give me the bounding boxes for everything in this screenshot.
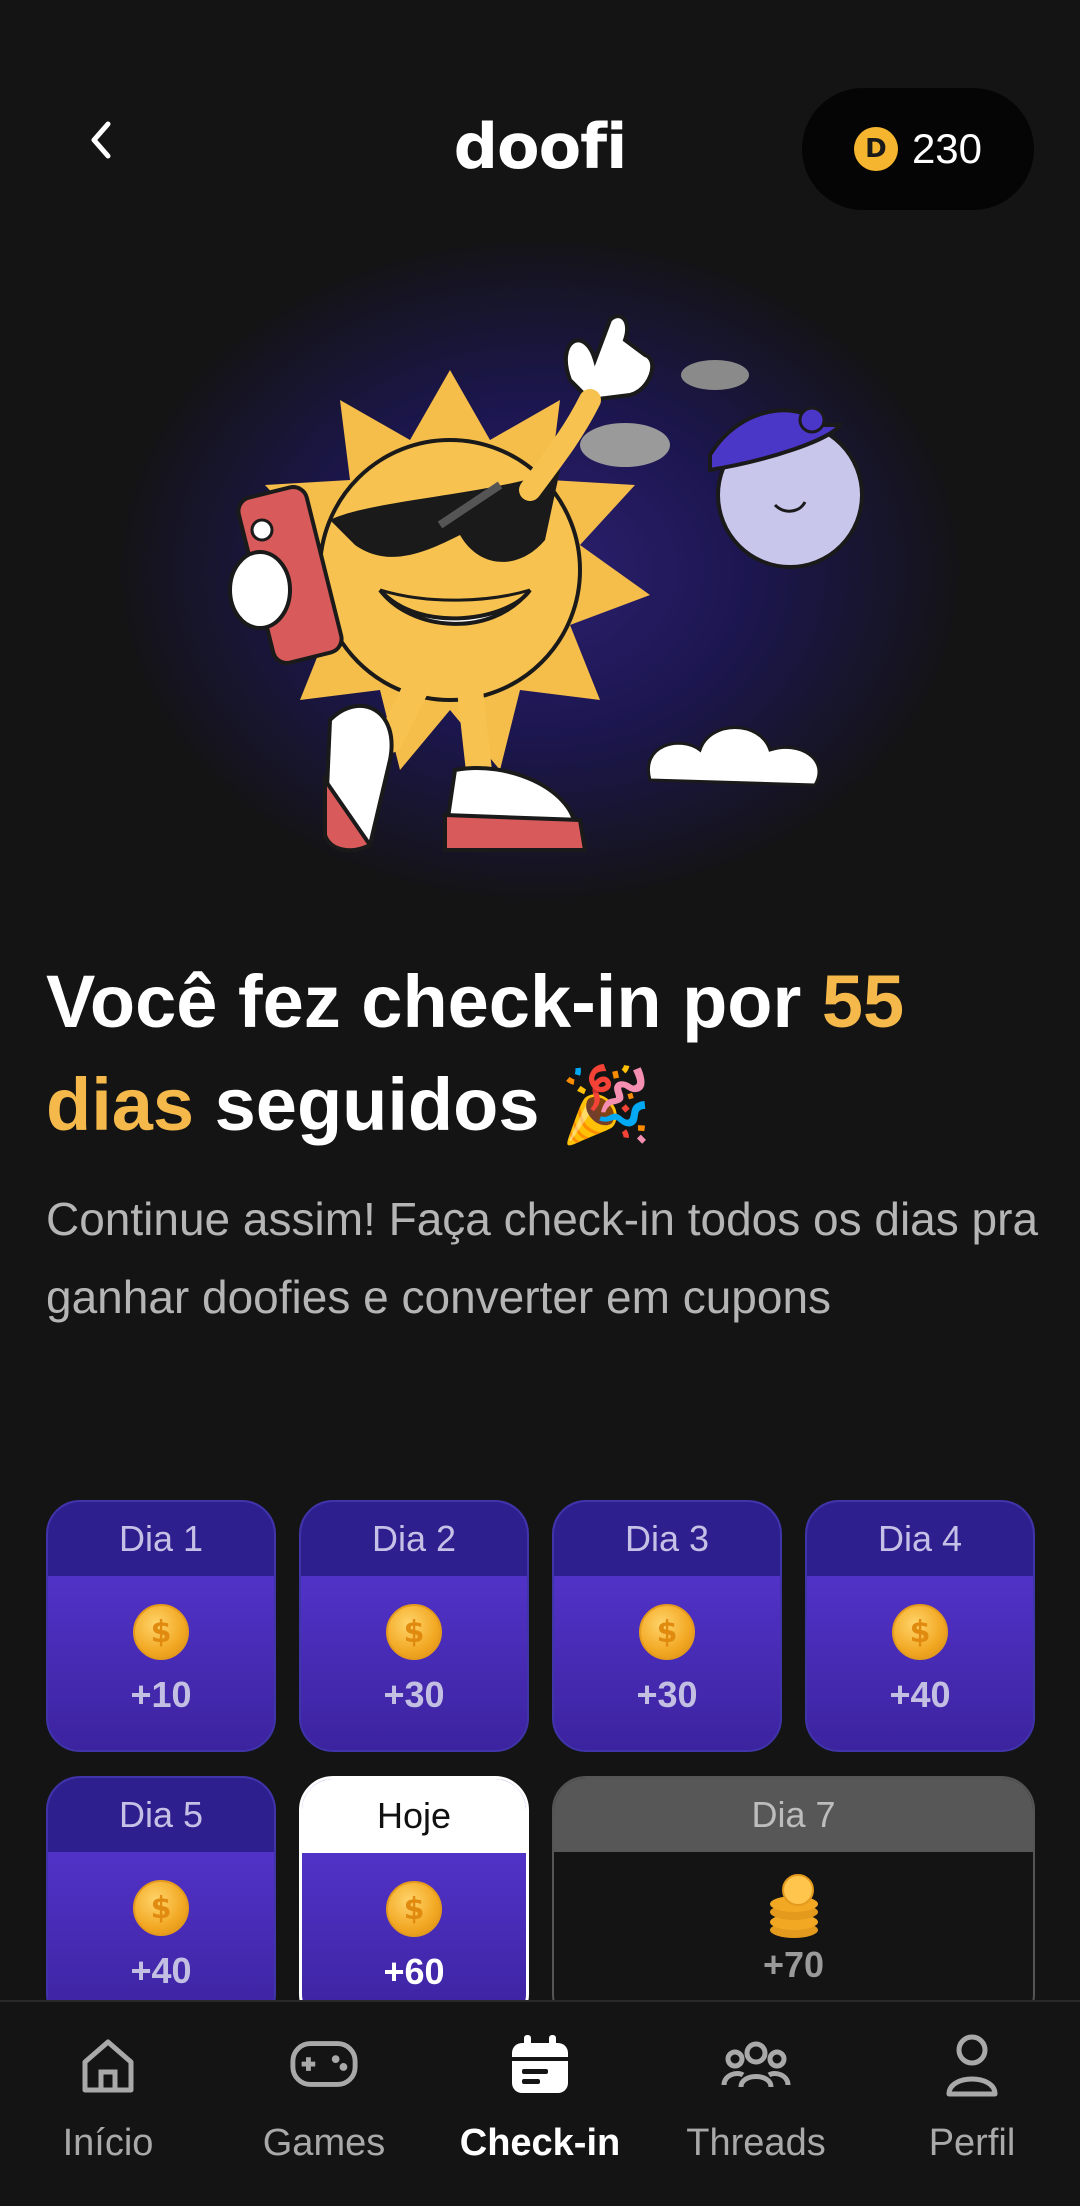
day-card-2[interactable]: Dia 2 $ +30: [299, 1500, 529, 1752]
day-card-1[interactable]: Dia 1 $ +10: [46, 1500, 276, 1752]
coin-balance-value: 230: [911, 125, 983, 172]
day-reward: +60: [383, 1951, 445, 1992]
day-card-4[interactable]: Dia 4 $ +40: [805, 1500, 1035, 1752]
day-label: Dia 7: [554, 1778, 1033, 1852]
coin-icon: $: [639, 1604, 695, 1660]
nav-label: Início: [62, 2122, 154, 2164]
streak-days-word: dias: [46, 1063, 195, 1146]
nav-item-inicio[interactable]: Início: [0, 2002, 216, 2206]
coin-icon: $: [386, 1881, 442, 1937]
nav-label: Perfil: [928, 2122, 1016, 2164]
day-card-today[interactable]: Hoje $ +60: [299, 1776, 529, 2028]
bottom-navigation: Início Games Check-in Threads Perfil: [0, 2000, 1080, 2206]
day-label: Dia 4: [807, 1502, 1033, 1576]
nav-item-games[interactable]: Games: [216, 2002, 432, 2206]
day-reward: +70: [762, 1944, 825, 1985]
day-label: Dia 5: [48, 1778, 274, 1852]
day-reward: +30: [636, 1674, 698, 1715]
nav-item-checkin[interactable]: Check-in: [432, 2002, 648, 2206]
headline-text-1: Você fez check-in por: [46, 960, 822, 1043]
party-popper-icon: 🎉: [560, 1063, 653, 1146]
hero-illustration: [0, 240, 1080, 900]
streak-headline: Você fez check-in por 55 dias seguidos 🎉: [46, 950, 1046, 1156]
coin-stack-icon: [769, 1874, 818, 1938]
app-header: doofi D 230: [0, 0, 1080, 240]
coin-icon: $: [892, 1604, 948, 1660]
day-label: Dia 1: [48, 1502, 274, 1576]
nav-label: Check-in: [459, 2122, 621, 2164]
day-label: Dia 3: [554, 1502, 780, 1576]
nav-label: Games: [262, 2122, 386, 2164]
checkin-screen: doofi D 230 Você fez check-in por 55 dia…: [0, 0, 1080, 2206]
nav-item-threads[interactable]: Threads: [648, 2002, 864, 2206]
gamepad-icon: [290, 2041, 358, 2087]
day-label: Dia 2: [301, 1502, 527, 1576]
day-reward: +10: [130, 1674, 192, 1715]
day-reward: +40: [889, 1674, 951, 1715]
streak-days-count: 55: [821, 960, 905, 1043]
home-icon: [82, 2039, 134, 2093]
sun-mascot-illustration: [228, 314, 864, 853]
calendar-icon: [512, 2035, 568, 2093]
day-label: Hoje: [302, 1779, 526, 1853]
streak-description: Continue assim! Faça check-in todos os d…: [46, 1193, 1039, 1323]
headline-text-2: seguidos: [194, 1063, 540, 1146]
coin-icon: $: [386, 1604, 442, 1660]
day-reward: +30: [383, 1674, 445, 1715]
user-icon: [946, 2034, 998, 2097]
day-card-7[interactable]: Dia 7 +70: [552, 1776, 1035, 2028]
coin-icon: $: [133, 1604, 189, 1660]
doofi-coin-icon: D: [853, 127, 898, 171]
day-reward: +40: [130, 1950, 192, 1991]
coin-icon: $: [133, 1880, 189, 1936]
coin-balance-button[interactable]: D 230: [802, 88, 1034, 210]
day-card-3[interactable]: Dia 3 $ +30: [552, 1500, 782, 1752]
nav-item-perfil[interactable]: Perfil: [864, 2002, 1080, 2206]
nav-label: Threads: [686, 2122, 826, 2164]
group-icon: [721, 2041, 791, 2088]
day-card-5[interactable]: Dia 5 $ +40: [46, 1776, 276, 2028]
